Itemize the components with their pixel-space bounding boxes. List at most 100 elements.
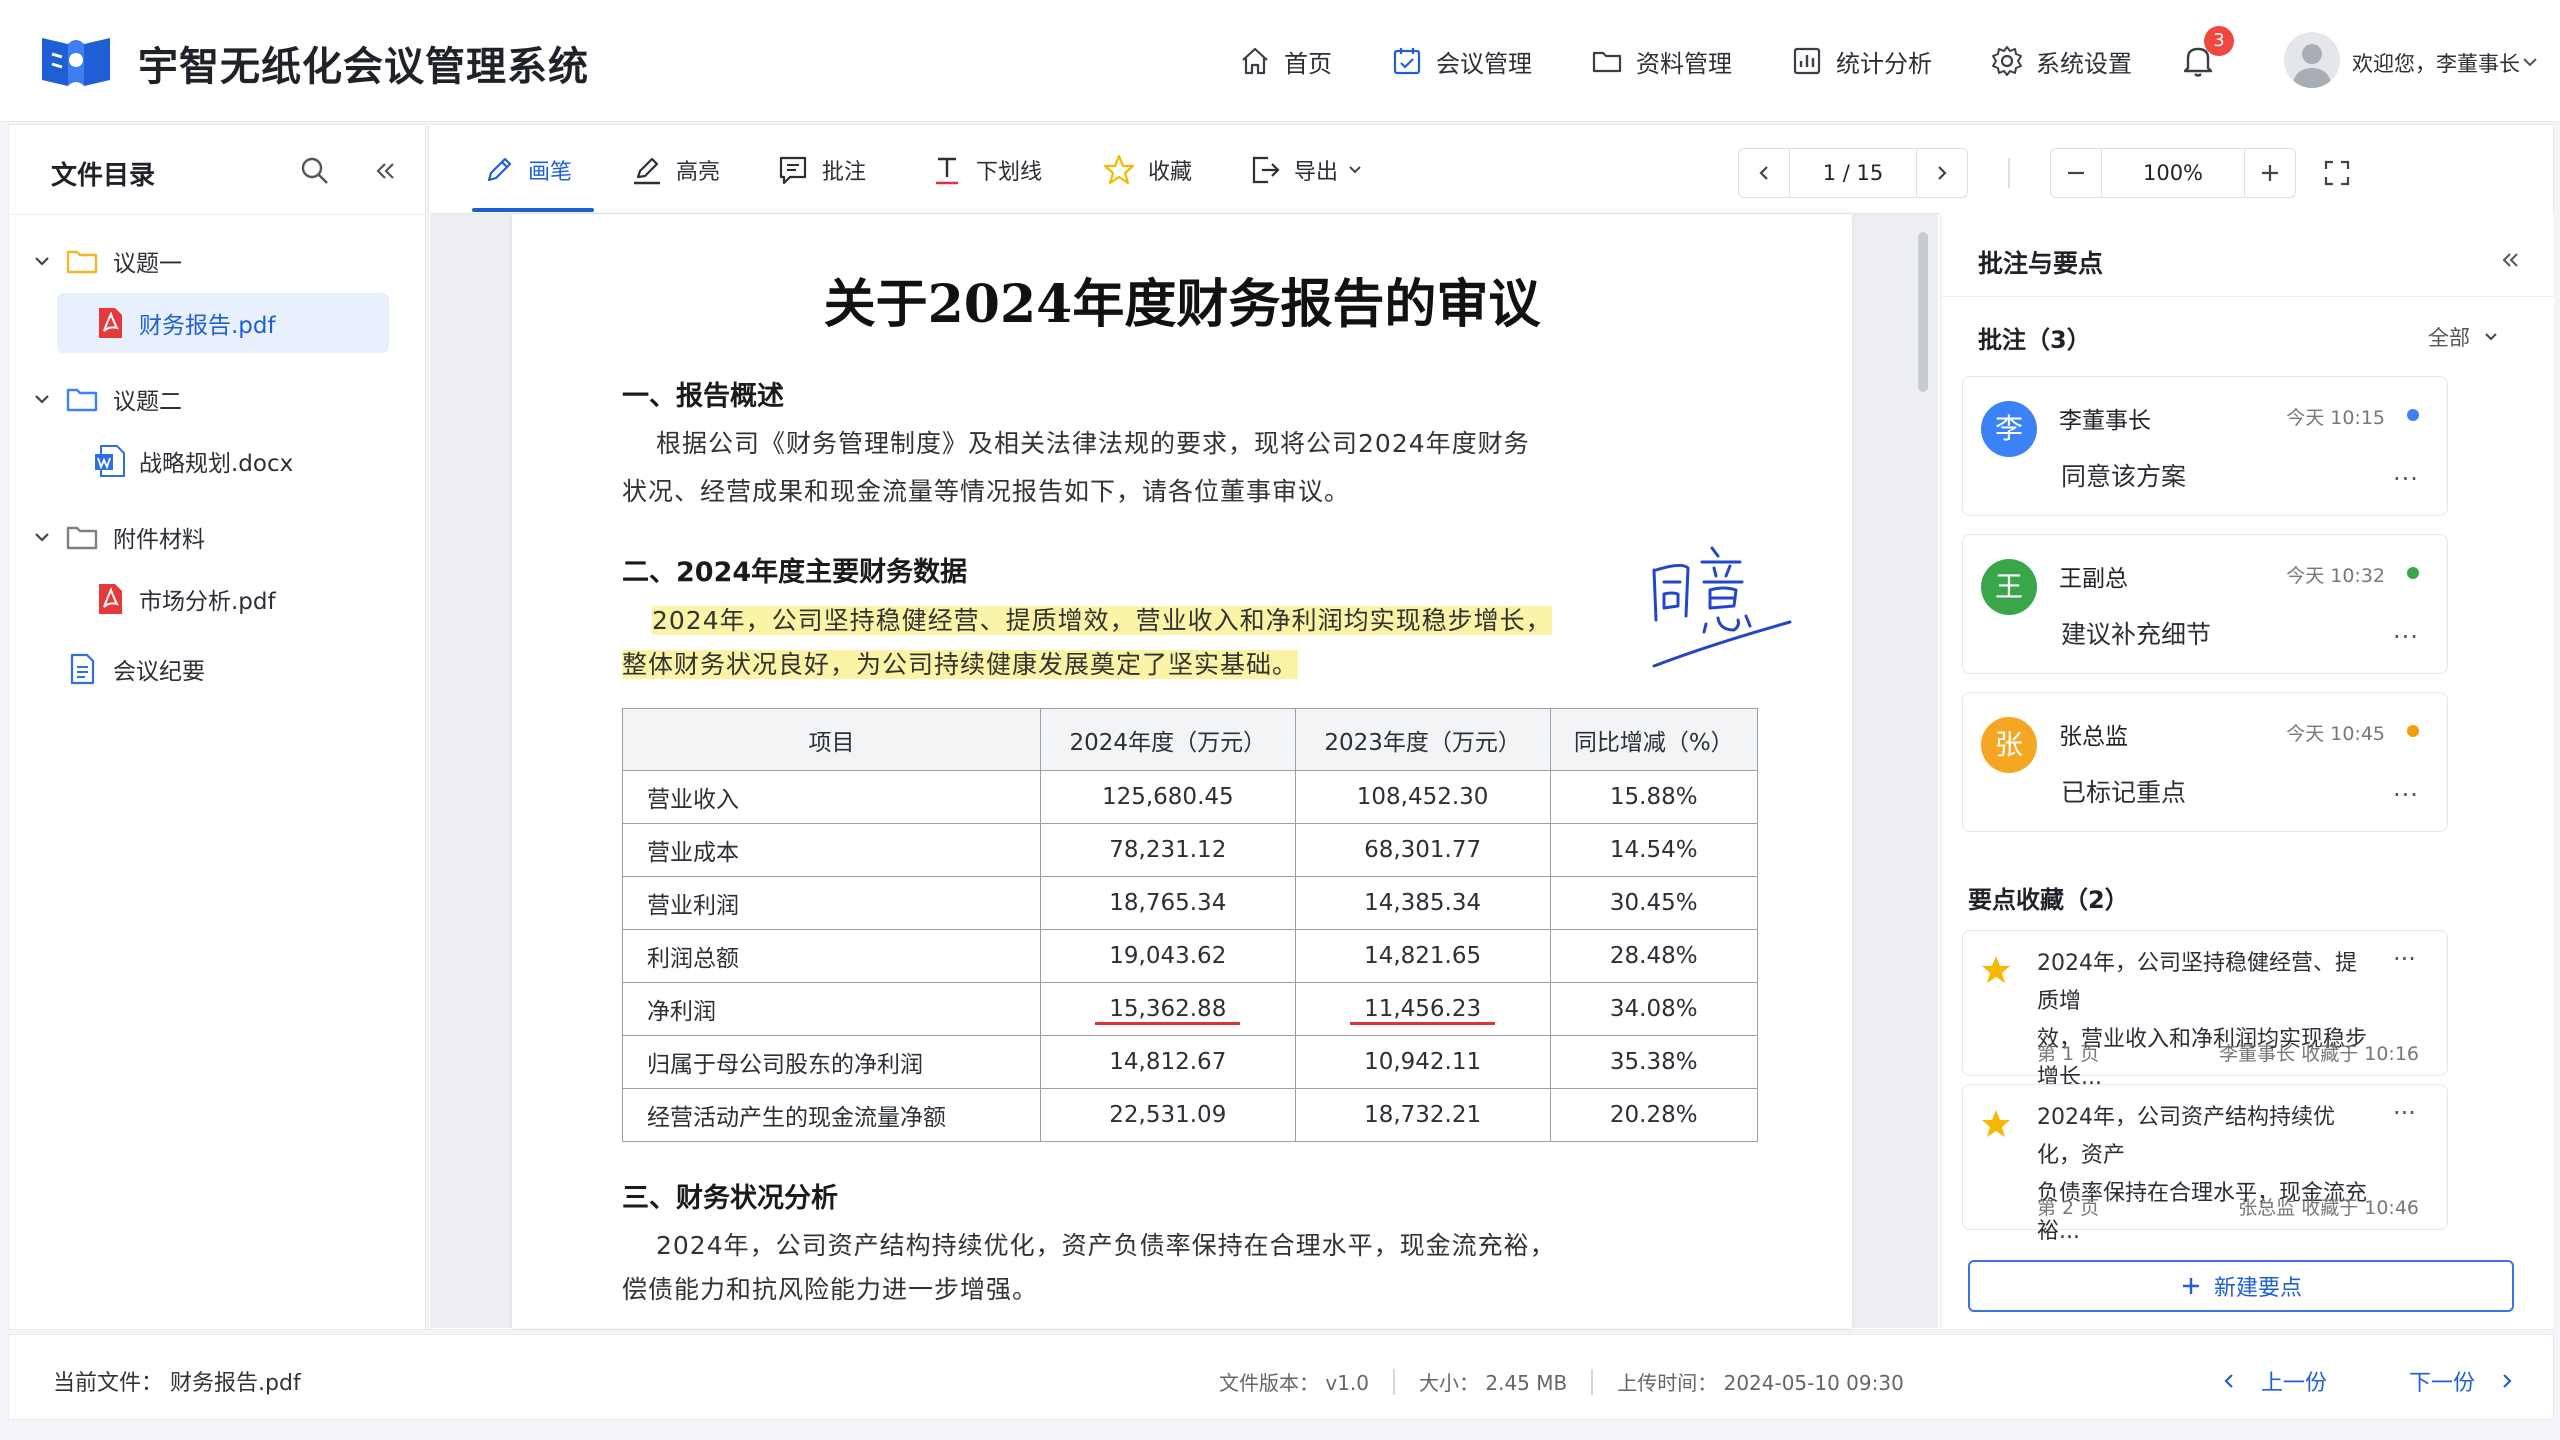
tree-folder-attachments[interactable]: 附件材料 — [9, 507, 427, 567]
tool-export[interactable]: 导出 — [1248, 150, 1376, 190]
gear-icon — [1992, 46, 2022, 76]
panel-divider — [1940, 296, 2554, 297]
prev-file-button[interactable]: 上一份 — [2219, 1365, 2327, 1397]
tree-file-strategy[interactable]: 战略规划.docx — [9, 431, 427, 491]
underline-annotation[interactable]: 15,362.88 — [1095, 996, 1241, 1025]
table-cell: 经营活动产生的现金流量净额 — [622, 1088, 1041, 1142]
keypoint-card[interactable]: 2024年，公司资产结构持续优化，资产 负债率保持在合理水平，现金流充裕... ·… — [1962, 1084, 2448, 1244]
comment-author: 王副总 — [2059, 566, 2128, 592]
tool-comment[interactable]: 批注 — [776, 150, 866, 190]
page-indicator[interactable]: 1 / 15 — [1789, 149, 1917, 197]
table-header-cell: 2024年度（万元） — [1039, 708, 1296, 771]
highlighted-line[interactable]: 整体财务状况良好，为公司持续健康发展奠定了坚实基础。 — [622, 644, 1642, 686]
chevron-down-icon[interactable] — [31, 250, 53, 272]
comment-author: 张总监 — [2059, 724, 2128, 750]
tree-file-minutes[interactable]: 会议纪要 — [9, 639, 427, 699]
handwritten-approval-annotation[interactable] — [1642, 534, 1802, 674]
more-options-icon[interactable]: ··· — [2393, 1099, 2416, 1127]
more-options-icon[interactable]: ··· — [2393, 623, 2419, 651]
prev-file-label: 上一份 — [2261, 1371, 2328, 1396]
current-file-name: 财务报告.pdf — [170, 1371, 301, 1396]
word-file-icon — [95, 445, 125, 477]
user-avatar[interactable] — [2284, 32, 2340, 88]
zoom-out-button[interactable] — [2051, 149, 2101, 197]
nav-settings[interactable]: 系统设置 — [1990, 36, 2132, 86]
table-cell: 108,452.30 — [1294, 770, 1551, 824]
more-options-icon[interactable]: ··· — [2393, 781, 2419, 809]
collapse-right-icon[interactable] — [2498, 248, 2522, 272]
chevron-down-icon[interactable] — [2520, 52, 2540, 72]
nav-materials-label: 资料管理 — [1636, 49, 1732, 78]
search-icon[interactable] — [299, 155, 331, 187]
tool-comment-label: 批注 — [822, 160, 867, 185]
tree-folder-topic1[interactable]: 议题一 — [9, 231, 427, 291]
paragraph-line: 状况、经营成果和现金流量等情况报告如下，请各位董事审议。 — [622, 477, 1351, 506]
comment-avatar: 张 — [1981, 717, 2037, 773]
financial-data-table: 项目 2024年度（万元） 2023年度（万元） 同比增减（%） 营业收入 125… — [622, 708, 1758, 1142]
more-options-icon[interactable]: ··· — [2393, 465, 2419, 493]
section-heading: 二、2024年度主要财务数据 — [622, 557, 968, 588]
collapse-left-icon[interactable] — [371, 157, 399, 185]
comments-filter-dropdown[interactable]: 全部 — [2428, 322, 2500, 352]
fullscreen-icon[interactable] — [2322, 158, 2352, 188]
highlight-mark[interactable]: 整体财务状况良好，为公司持续健康发展奠定了坚实基础。 — [622, 650, 1299, 679]
tool-highlight[interactable]: 高亮 — [630, 150, 720, 190]
keypoint-meta: 张总监 收藏于 10:46 — [2238, 1197, 2419, 1219]
table-cell: 68,301.77 — [1294, 823, 1551, 877]
keypoint-card[interactable]: 2024年，公司坚持稳健经营、提质增 效，营业收入和净利润均实现稳步增长... ·… — [1962, 930, 2448, 1090]
chevron-down-icon[interactable] — [31, 388, 53, 410]
comment-time: 今天 10:32 — [2286, 565, 2385, 587]
keypoint-page: 第 2 页 — [2037, 1197, 2100, 1219]
more-options-icon[interactable]: ··· — [2393, 945, 2416, 973]
zoom-in-button[interactable] — [2245, 149, 2295, 197]
tool-pen-label: 画笔 — [528, 160, 573, 185]
page-current[interactable]: 1 — [1823, 161, 1836, 185]
comment-status-dot — [2407, 567, 2419, 579]
tree-folder-topic2[interactable]: 议题二 — [9, 369, 427, 429]
underline-icon — [936, 157, 958, 185]
table-cell: 10,942.11 — [1294, 1035, 1551, 1089]
comment-card[interactable]: 张 张总监 今天 10:45 已标记重点 ··· — [1962, 692, 2448, 832]
star-filled-icon — [1982, 1110, 2010, 1137]
keypoint-line: 2024年，公司资产结构持续优化，资产 — [2037, 1105, 2335, 1168]
comment-card[interactable]: 王 王副总 今天 10:32 建议补充细节 ··· — [1962, 534, 2448, 674]
comment-card[interactable]: 李 李董事长 今天 10:15 同意该方案 ··· — [1962, 376, 2448, 516]
table-cell: 18,765.34 — [1039, 876, 1296, 930]
table-cell: 净利润 — [622, 982, 1041, 1036]
tool-underline-label: 下划线 — [976, 160, 1043, 185]
tool-pen[interactable]: 画笔 — [482, 150, 572, 190]
zoom-level[interactable]: 100% — [2101, 149, 2245, 197]
highlighted-line[interactable]: 2024年，公司坚持稳健经营、提质增效，营业收入和净利润均实现稳步增长， — [622, 600, 1642, 642]
underline-annotation[interactable]: 11,456.23 — [1350, 996, 1496, 1025]
tree-file-financial-report[interactable]: 财务报告.pdf — [9, 293, 427, 353]
nav-home[interactable]: 首页 — [1238, 36, 1332, 86]
keypoint-meta: 李董事长 收藏于 10:16 — [2219, 1043, 2419, 1065]
welcome-text[interactable]: 欢迎您，李董事长 — [2352, 48, 2520, 78]
nav-meetings[interactable]: 会议管理 — [1390, 36, 1532, 86]
tree-file-market-analysis[interactable]: 市场分析.pdf — [9, 569, 427, 629]
next-page-button[interactable] — [1917, 149, 1967, 197]
document-scrollbar[interactable] — [1918, 232, 1928, 392]
comment-text: 已标记重点 — [2061, 778, 2187, 807]
comments-heading: 批注（3） — [1978, 326, 2091, 354]
file-directory-title: 文件目录 — [51, 161, 156, 191]
tool-favorite[interactable]: 收藏 — [1102, 150, 1192, 190]
next-file-button[interactable]: 下一份 — [2409, 1365, 2517, 1397]
divider — [1393, 1368, 1395, 1395]
nav-stats[interactable]: 统计分析 — [1790, 36, 1932, 86]
table-row: 利润总额 19,043.62 14,821.65 28.48% — [622, 929, 1758, 983]
highlight-mark[interactable]: 2024年，公司坚持稳健经营、提质增效，营业收入和净利润均实现稳步增长， — [652, 606, 1552, 635]
tree-label: 附件材料 — [113, 527, 205, 553]
new-keypoint-button[interactable]: 新建要点 — [1968, 1260, 2514, 1312]
divider — [1591, 1368, 1594, 1395]
chevron-down-icon[interactable] — [31, 526, 53, 548]
nav-materials[interactable]: 资料管理 — [1590, 36, 1732, 86]
tool-underline[interactable]: 下划线 — [930, 150, 1042, 190]
nav-meetings-label: 会议管理 — [1436, 49, 1532, 78]
plus-icon — [2182, 1278, 2199, 1294]
document-title: 关于2024年度财务报告的审议 — [823, 274, 1541, 335]
prev-page-button[interactable] — [1739, 149, 1789, 197]
pdf-file-icon — [99, 584, 122, 614]
table-cell: 78,231.12 — [1039, 823, 1296, 877]
paragraph-line: 2024年，公司资产结构持续优化，资产负债率保持在合理水平，现金流充裕， — [656, 1231, 1556, 1260]
